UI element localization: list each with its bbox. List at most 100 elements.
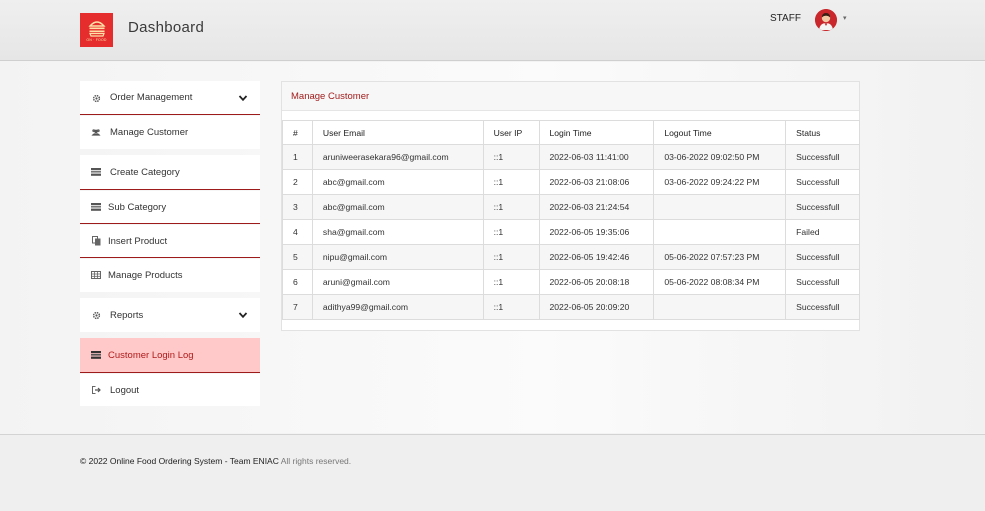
table-cell: 5 <box>282 244 313 270</box>
table-row: 6 aruni@gmail.com ::1 2022-06-05 20:08:1… <box>282 269 860 295</box>
column-header: Login Time <box>538 120 655 145</box>
table-cell: ::1 <box>482 144 540 170</box>
table-cell: abc@gmail.com <box>311 194 484 220</box>
table-cell: ::1 <box>482 244 540 270</box>
table-cell: 03-06-2022 09:02:50 PM <box>653 144 787 170</box>
table-cell: aruni@gmail.com <box>311 269 484 295</box>
sidebar-item-insert-product[interactable]: Insert Product <box>80 225 260 258</box>
table-cell: 05-06-2022 08:08:34 PM <box>653 269 787 295</box>
table-row: 2 abc@gmail.com ::1 2022-06-03 21:08:06 … <box>282 169 860 195</box>
table-cell: 2022-06-05 19:35:06 <box>538 219 655 245</box>
table-cell: 7 <box>282 294 313 320</box>
chevron-down-icon <box>238 95 248 102</box>
table-cell: 05-06-2022 07:57:23 PM <box>653 244 787 270</box>
gear-icon <box>91 93 101 103</box>
gear-icon <box>91 310 101 320</box>
sidebar-item-label: Order Management <box>110 92 193 103</box>
sidebar-item-reports[interactable]: Reports <box>80 298 260 332</box>
table-cell: 2022-06-05 19:42:46 <box>538 244 655 270</box>
table-cell: ::1 <box>482 219 540 245</box>
table-cell: Successfull <box>785 169 860 195</box>
sidebar-item-logout[interactable]: Logout <box>80 374 260 406</box>
sidebar-item-label: Manage Products <box>108 270 183 281</box>
table-cell: 4 <box>282 219 313 245</box>
footer: © 2022 Online Food Ordering System - Tea… <box>0 434 985 511</box>
sidebar-item-manage-customer[interactable]: Manage Customer <box>80 116 260 149</box>
table-row: 3 abc@gmail.com ::1 2022-06-03 21:24:54 … <box>282 194 860 220</box>
burger-icon <box>87 21 106 37</box>
sidebar-item-label: Logout <box>110 384 140 396</box>
sidebar-item-create-category[interactable]: Create Category <box>80 155 260 190</box>
table-header-row: # User Email User IP Login Time Logout T… <box>282 120 860 145</box>
sidebar-item-label: Manage Customer <box>110 127 189 138</box>
list-icon <box>91 350 101 360</box>
users-icon <box>91 127 101 137</box>
sidebar-item-label: Insert Product <box>108 235 168 247</box>
table-cell: Successfull <box>785 144 860 170</box>
sidebar-item-sub-category[interactable]: Sub Category <box>80 191 260 224</box>
table-cell: ::1 <box>482 269 540 295</box>
user-role-label: STAFF <box>770 13 801 24</box>
copy-icon <box>91 236 101 246</box>
table-cell: 2 <box>282 169 313 195</box>
table-cell: 2022-06-03 11:41:00 <box>538 144 655 170</box>
table-cell: adithya99@gmail.com <box>311 294 484 320</box>
table-cell <box>653 194 787 220</box>
sidebar-item-label: Create Category <box>110 166 180 178</box>
user-avatar-icon <box>815 9 837 31</box>
table-row: 7 adithya99@gmail.com ::1 2022-06-05 20:… <box>282 294 860 320</box>
table-cell: sha@gmail.com <box>311 219 484 245</box>
page-title: Dashboard <box>128 19 205 36</box>
sidebar-item-label: Sub Category <box>108 201 167 213</box>
table-cell: ::1 <box>482 194 540 220</box>
column-header: Status <box>785 120 860 145</box>
table-cell: Successfull <box>785 244 860 270</box>
table-cell: abc@gmail.com <box>311 169 484 195</box>
table-row: 1 aruniweerasekara96@gmail.com ::1 2022-… <box>282 144 860 170</box>
column-header: # <box>282 120 313 145</box>
table-cell: nipu@gmail.com <box>311 244 484 270</box>
table-cell: Successfull <box>785 269 860 295</box>
logout-icon <box>91 385 101 395</box>
rights-text: All rights reserved. <box>278 456 352 466</box>
table-cell: aruniweerasekara96@gmail.com <box>311 144 484 170</box>
table-cell: 6 <box>282 269 313 295</box>
column-header: User Email <box>311 120 484 145</box>
table-cell <box>653 294 787 320</box>
sidebar-item-order-management[interactable]: Order Management <box>80 81 260 115</box>
sidebar-item-label: Reports <box>110 309 144 321</box>
sidebar-item-manage-products[interactable]: Manage Products <box>80 259 260 292</box>
table-row: 4 sha@gmail.com ::1 2022-06-05 19:35:06 … <box>282 219 860 245</box>
table-cell: 2022-06-05 20:08:18 <box>538 269 655 295</box>
table-cell: ::1 <box>482 169 540 195</box>
table-cell: 03-06-2022 09:24:22 PM <box>653 169 787 195</box>
logo-text: ON · FOOD <box>86 37 107 42</box>
panel-title: Manage Customer <box>282 82 859 111</box>
table-cell: 2022-06-03 21:24:54 <box>538 194 655 220</box>
column-header: Logout Time <box>653 120 787 145</box>
table-cell: Successfull <box>785 194 860 220</box>
table-cell: Failed <box>785 219 860 245</box>
avatar-caret-icon[interactable]: ▾ <box>843 14 847 22</box>
column-header: User IP <box>482 120 540 145</box>
app-logo[interactable]: ON · FOOD <box>80 13 113 47</box>
copyright-text: © 2022 Online Food Ordering System - Tea… <box>80 456 279 466</box>
sidebar-item-label: Customer Login Log <box>108 349 194 361</box>
table-cell: 2022-06-03 21:08:06 <box>538 169 655 195</box>
sidebar-item-customer-login-log[interactable]: Customer Login Log <box>80 338 260 373</box>
table-cell <box>653 219 787 245</box>
avatar[interactable] <box>815 9 837 31</box>
footer-copyright: © 2022 Online Food Ordering System - Tea… <box>80 456 351 466</box>
login-log-table: # User Email User IP Login Time Logout T… <box>282 120 860 320</box>
table-cell: Successfull <box>785 294 860 320</box>
customer-login-log-panel: Manage Customer # User Email User IP Log… <box>281 81 860 331</box>
table-cell: 1 <box>282 144 313 170</box>
chevron-down-icon <box>238 312 248 319</box>
list-icon <box>91 167 101 177</box>
table-row: 5 nipu@gmail.com ::1 2022-06-05 19:42:46… <box>282 244 860 270</box>
table-cell: 3 <box>282 194 313 220</box>
top-bar: ON · FOOD Dashboard STAFF ▾ <box>0 0 985 61</box>
table-icon <box>91 270 101 280</box>
table-cell: ::1 <box>482 294 540 320</box>
table-cell: 2022-06-05 20:09:20 <box>538 294 655 320</box>
